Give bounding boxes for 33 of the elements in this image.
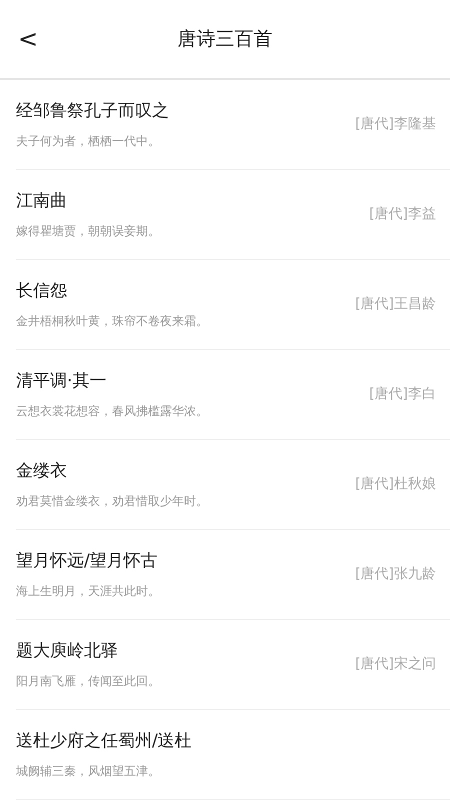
poem-row[interactable]: 题大庾岭北驿 阳月南飞雁，传闻至此回。 [唐代]宋之问 xyxy=(16,620,450,710)
poem-title: 金缕衣 xyxy=(16,460,68,483)
poem-author: [唐代]李白 xyxy=(369,385,436,404)
poem-title: 长信怨 xyxy=(16,280,68,303)
poem-line: 云想衣裳花想容，春风拂槛露华浓。 xyxy=(16,403,208,420)
poem-line: 劝君莫惜金缕衣，劝君惜取少年时。 xyxy=(16,493,208,510)
poem-title: 清平调·其一 xyxy=(16,370,108,393)
poem-row[interactable]: 经邹鲁祭孔子而叹之 夫子何为者，栖栖一代中。 [唐代]李隆基 xyxy=(16,80,450,170)
poem-line: 阳月南飞雁，传闻至此回。 xyxy=(16,673,160,690)
poem-author: [唐代]宋之问 xyxy=(355,655,436,674)
poem-author: [唐代]李隆基 xyxy=(355,115,436,134)
back-button[interactable]: < xyxy=(12,27,44,51)
poem-author: [唐代]王昌龄 xyxy=(355,295,436,314)
poem-row[interactable]: 江南曲 嫁得瞿塘贾，朝朝误妾期。 [唐代]李益 xyxy=(16,170,450,260)
poem-line: 夫子何为者，栖栖一代中。 xyxy=(16,133,161,150)
poem-row[interactable]: 送杜少府之任蜀州/送杜 城阙辅三秦，风烟望五津。 xyxy=(16,710,450,800)
poem-row[interactable]: 清平调·其一 云想衣裳花想容，春风拂槛露华浓。 [唐代]李白 xyxy=(16,350,450,440)
poem-line: 海上生明月，天涯共此时。 xyxy=(16,583,160,600)
poem-author: [唐代]张九龄 xyxy=(355,565,436,584)
poem-author: [唐代]李益 xyxy=(369,205,436,224)
poem-line: 嫁得瞿塘贾，朝朝误妾期。 xyxy=(16,223,160,240)
poem-row[interactable]: 长信怨 金井梧桐秋叶黄，珠帘不卷夜来霜。 [唐代]王昌龄 xyxy=(16,260,450,350)
poem-title: 江南曲 xyxy=(16,190,68,213)
poem-title: 经邹鲁祭孔子而叹之 xyxy=(16,100,169,123)
poem-author: [唐代]杜秋娘 xyxy=(355,475,436,494)
poem-row[interactable]: 望月怀远/望月怀古 海上生明月，天涯共此时。 [唐代]张九龄 xyxy=(16,530,450,620)
poem-line: 城阙辅三秦，风烟望五津。 xyxy=(16,763,161,780)
poem-line: 金井梧桐秋叶黄，珠帘不卷夜来霜。 xyxy=(16,313,208,330)
poem-title: 题大庾岭北驿 xyxy=(16,640,119,663)
poem-row[interactable]: 金缕衣 劝君莫惜金缕衣，劝君惜取少年时。 [唐代]杜秋娘 xyxy=(16,440,450,530)
poem-title: 望月怀远/望月怀古 xyxy=(16,550,159,573)
poem-title: 送杜少府之任蜀州/送杜 xyxy=(16,730,192,753)
screen-title: 唐诗三百首 xyxy=(178,26,272,52)
